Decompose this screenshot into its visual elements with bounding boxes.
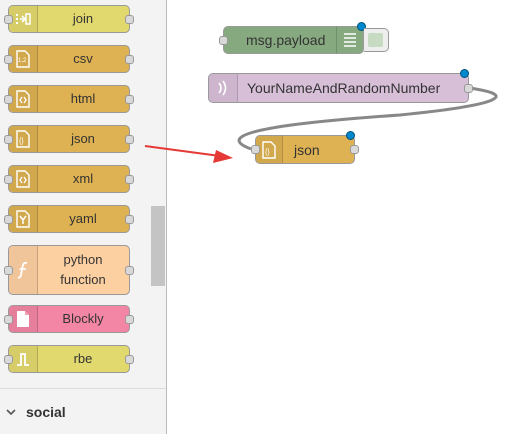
- annotation-arrow: [144, 145, 233, 163]
